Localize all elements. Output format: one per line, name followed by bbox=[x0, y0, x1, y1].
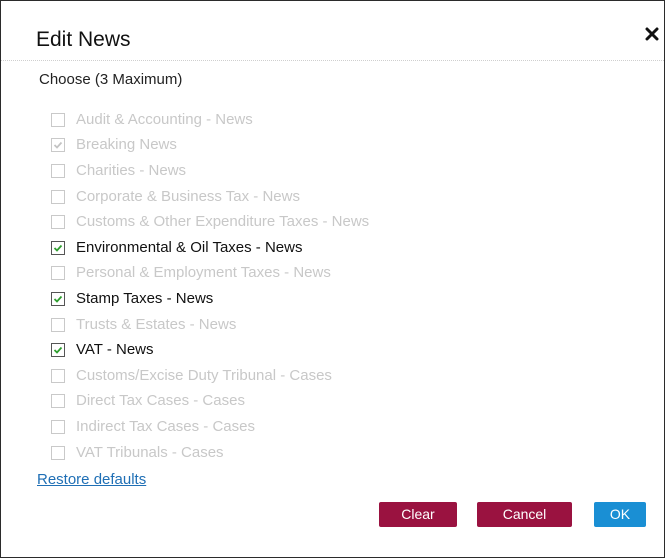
checkbox[interactable] bbox=[51, 112, 65, 127]
news-option[interactable]: Audit & Accounting - News bbox=[51, 107, 611, 133]
checkbox[interactable] bbox=[51, 368, 65, 383]
checkmark-icon bbox=[53, 142, 63, 150]
close-icon[interactable] bbox=[645, 27, 659, 41]
option-label: Audit & Accounting - News bbox=[76, 110, 253, 128]
option-label: Direct Tax Cases - Cases bbox=[76, 392, 245, 410]
checkbox[interactable] bbox=[51, 291, 65, 306]
option-label: VAT - News bbox=[76, 341, 154, 359]
checkmark-icon bbox=[53, 347, 63, 354]
ok-button[interactable]: OK bbox=[594, 502, 646, 527]
checkbox[interactable] bbox=[51, 419, 65, 434]
dialog-header: Edit News bbox=[1, 1, 664, 61]
option-label: Corporate & Business Tax - News bbox=[76, 187, 300, 205]
option-label: Stamp Taxes - News bbox=[76, 289, 214, 307]
dialog-title: Edit News bbox=[36, 28, 131, 51]
option-label: Charities - News bbox=[76, 161, 187, 179]
news-option[interactable]: Trusts & Estates - News bbox=[51, 312, 611, 338]
cancel-button[interactable]: Cancel bbox=[477, 502, 572, 527]
option-label: Customs/Excise Duty Tribunal - Cases bbox=[76, 366, 332, 384]
news-option[interactable]: Direct Tax Cases - Cases bbox=[51, 389, 611, 415]
checkbox[interactable] bbox=[51, 445, 65, 460]
checkbox[interactable] bbox=[51, 138, 65, 153]
checkbox[interactable] bbox=[51, 394, 65, 409]
news-option[interactable]: Customs & Other Expenditure Taxes - News bbox=[51, 209, 611, 235]
checkbox[interactable] bbox=[51, 189, 65, 204]
checkbox[interactable] bbox=[51, 266, 65, 281]
option-label: Indirect Tax Cases - Cases bbox=[76, 417, 255, 435]
option-label: Trusts & Estates - News bbox=[76, 315, 237, 333]
edit-news-dialog: Edit News Choose (3 Maximum) Audit & Acc… bbox=[0, 0, 665, 558]
option-label: VAT Tribunals - Cases bbox=[76, 443, 224, 461]
news-option[interactable]: Stamp Taxes - News bbox=[51, 286, 611, 312]
option-label: Customs & Other Expenditure Taxes - News bbox=[76, 213, 370, 231]
choose-instruction: Choose (3 Maximum) bbox=[39, 71, 183, 88]
news-option[interactable]: Customs/Excise Duty Tribunal - Cases bbox=[51, 363, 611, 389]
news-option[interactable]: VAT - News bbox=[51, 337, 611, 363]
option-label: Environmental & Oil Taxes - News bbox=[76, 238, 303, 256]
news-option[interactable]: Breaking News bbox=[51, 133, 611, 159]
news-option[interactable]: Indirect Tax Cases - Cases bbox=[51, 414, 611, 440]
clear-button[interactable]: Clear bbox=[379, 502, 457, 527]
checkbox[interactable] bbox=[51, 343, 65, 358]
checkmark-icon bbox=[53, 295, 63, 303]
checkbox[interactable] bbox=[51, 163, 65, 178]
news-option[interactable]: Personal & Employment Taxes - News bbox=[51, 261, 611, 287]
checkmark-icon bbox=[53, 244, 63, 252]
option-label: Personal & Employment Taxes - News bbox=[76, 264, 331, 282]
news-option[interactable]: Corporate & Business Tax - News bbox=[51, 184, 611, 210]
news-option-list: Audit & Accounting - News Breaking News Ch… bbox=[51, 107, 611, 465]
news-option[interactable]: Environmental & Oil Taxes - News bbox=[51, 235, 611, 261]
news-option[interactable]: VAT Tribunals - Cases bbox=[51, 440, 611, 466]
restore-defaults-link[interactable]: Restore defaults bbox=[37, 471, 146, 489]
option-label: Breaking News bbox=[76, 136, 177, 154]
checkbox[interactable] bbox=[51, 240, 65, 255]
checkbox[interactable] bbox=[51, 215, 65, 230]
checkbox[interactable] bbox=[51, 317, 65, 332]
news-option[interactable]: Charities - News bbox=[51, 158, 611, 184]
